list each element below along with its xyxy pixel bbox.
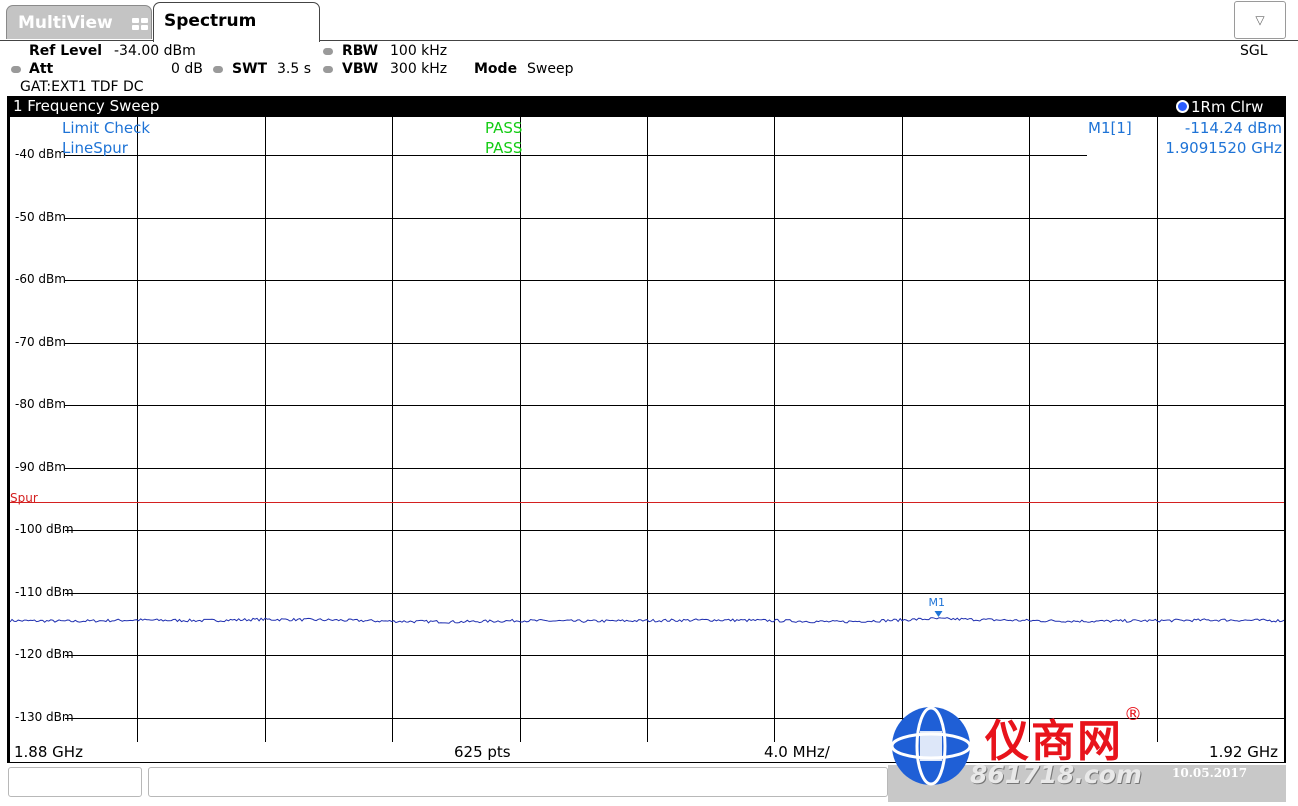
tab-multiview[interactable]: MultiView: [6, 5, 152, 39]
start-frequency[interactable]: 1.88 GHz: [14, 743, 83, 761]
spectrum-chart[interactable]: M1: [10, 117, 1284, 742]
chevron-down-icon: ▽: [1255, 13, 1265, 27]
y-axis-tick-label: -70 dBm: [15, 334, 66, 349]
trace-indicator-label: 1Rm Clrw: [1191, 98, 1264, 116]
vbw-label[interactable]: VBW: [342, 61, 378, 77]
span-per-division[interactable]: 4.0 MHz/: [764, 743, 830, 761]
tab-multiview-label: MultiView: [18, 13, 113, 33]
tab-divider: [319, 40, 1298, 41]
multiview-grid-icon: [132, 18, 148, 30]
sweep-points[interactable]: 625 pts: [454, 743, 511, 761]
limit-line-label: Spur: [10, 491, 38, 505]
rbw-value[interactable]: 100 kHz: [390, 43, 447, 59]
trace-indicator[interactable]: 1Rm Clrw: [1176, 98, 1263, 116]
y-axis-tick-label: -80 dBm: [15, 397, 66, 411]
swt-value[interactable]: 3.5 s: [277, 61, 311, 77]
att-coupling-dot-icon: [11, 66, 21, 73]
rbw-coupling-dot-icon: [323, 48, 333, 55]
vbw-value[interactable]: 300 kHz: [390, 61, 447, 77]
rbw-label[interactable]: RBW: [342, 43, 378, 59]
y-axis-tick-label: -100 dBm: [15, 522, 74, 536]
trace-dot-icon: [1176, 100, 1189, 113]
tab-spectrum[interactable]: Spectrum: [153, 2, 320, 42]
tab-dropdown-button[interactable]: ▽: [1234, 1, 1286, 39]
swt-label[interactable]: SWT: [232, 61, 267, 77]
mode-label[interactable]: Mode: [474, 61, 517, 77]
watermark-logo-icon: [890, 706, 972, 786]
spectrum-plot[interactable]: M1: [10, 117, 1284, 742]
y-axis-tick-label: -120 dBm: [15, 647, 74, 661]
marker-m1-icon: [934, 611, 943, 617]
y-axis-tick-label: -40 dBm: [15, 147, 66, 161]
att-value[interactable]: 0 dB: [171, 61, 203, 77]
limit-line-name: LineSpur: [62, 139, 128, 157]
status-date: 10.05.2017: [1172, 766, 1248, 780]
vbw-coupling-dot-icon: [323, 66, 333, 73]
y-axis-tick-label: -90 dBm: [15, 459, 66, 474]
marker-info-frequency: 1.9091520 GHz: [1165, 139, 1282, 157]
tab-spectrum-label: Spectrum: [164, 11, 257, 31]
softkey-area-left[interactable]: [8, 767, 142, 797]
marker-m1-label: M1: [928, 596, 945, 609]
y-axis-tick-label: -130 dBm: [15, 709, 74, 724]
stop-frequency[interactable]: 1.92 GHz: [1209, 743, 1278, 761]
limit-line-result: PASS: [485, 139, 523, 157]
ref-level-value[interactable]: -34.00 dBm: [114, 43, 196, 59]
sgl-indicator: SGL: [1240, 43, 1268, 59]
swt-coupling-dot-icon: [213, 66, 223, 73]
softkey-area-main[interactable]: [148, 767, 888, 797]
att-label[interactable]: Att: [29, 61, 53, 77]
mode-value[interactable]: Sweep: [527, 61, 573, 77]
watermark-registered-mark: ®: [1124, 704, 1142, 725]
ref-level-label[interactable]: Ref Level: [29, 43, 102, 59]
limit-check-label: Limit Check: [62, 119, 151, 137]
marker-info-level: -114.24 dBm: [1184, 119, 1282, 137]
y-axis-tick-label: -110 dBm: [15, 584, 74, 599]
tab-divider: [0, 40, 154, 41]
y-axis-tick-label: -50 dBm: [15, 209, 66, 224]
y-axis-tick-label: -60 dBm: [15, 272, 66, 286]
marker-info-label: M1[1]: [1088, 119, 1132, 137]
watermark-url: 861718.com: [970, 760, 1142, 789]
limit-check-result: PASS: [485, 119, 523, 137]
gate-info: GAT:EXT1 TDF DC: [20, 79, 144, 95]
diagram-title: 1 Frequency Sweep: [13, 97, 160, 115]
